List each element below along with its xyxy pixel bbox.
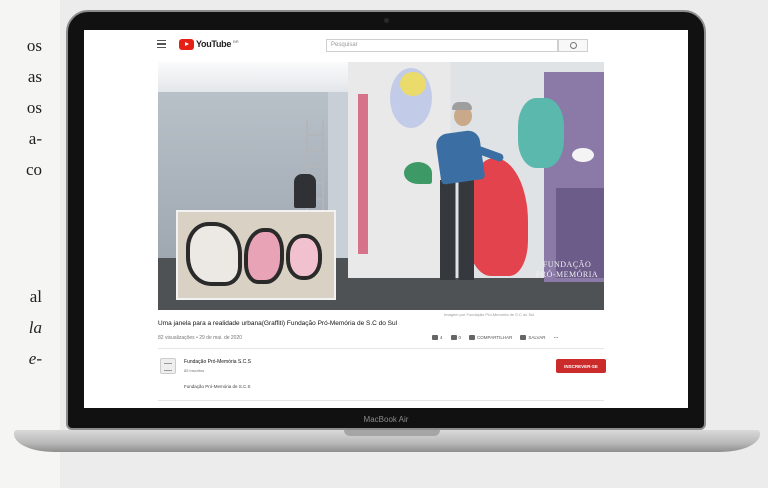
channel-name[interactable]: Fundação Pró-Memória S.C.S bbox=[184, 359, 251, 365]
youtube-play-icon bbox=[179, 38, 194, 50]
save-button[interactable]: SALVAR bbox=[520, 334, 546, 340]
share-label: COMPARTILHAR bbox=[477, 334, 513, 340]
page-side-text: os as os a- co al la e- bbox=[0, 0, 60, 488]
share-icon bbox=[469, 334, 476, 340]
more-options-icon[interactable]: ... bbox=[553, 334, 558, 340]
laptop-model-label: MacBook Air bbox=[363, 415, 409, 424]
youtube-logo-text: YouTube bbox=[196, 39, 232, 49]
side-text-line: la bbox=[28, 318, 42, 337]
thumbs-down-icon bbox=[450, 334, 457, 340]
thumbs-up-icon bbox=[432, 334, 438, 340]
video-actions: 4 0 COMPARTILHAR SALVAR ... bbox=[432, 334, 558, 340]
side-text-line: as bbox=[27, 67, 42, 86]
dislike-button[interactable]: 0 bbox=[450, 334, 462, 340]
laptop-screen: YouTube BR Pesquisar FUNDAÇÃO PRÓ-MEMÓRI… bbox=[84, 30, 688, 408]
mural-shape bbox=[518, 98, 564, 168]
webcam-icon bbox=[384, 18, 389, 23]
share-button[interactable]: COMPARTILHAR bbox=[469, 334, 513, 340]
hamburger-menu-icon[interactable] bbox=[157, 40, 166, 48]
graffiti-inset-image bbox=[176, 210, 336, 300]
mural-lettering-line: FUNDAÇÃO bbox=[542, 260, 592, 269]
side-text-line: co bbox=[25, 160, 42, 179]
search-input[interactable]: Pesquisar bbox=[326, 39, 558, 52]
channel-avatar[interactable] bbox=[160, 358, 176, 374]
video-scene-painter-cap bbox=[452, 102, 472, 110]
mural-shape bbox=[400, 72, 426, 96]
laptop-base bbox=[14, 430, 760, 452]
video-description: Fundação Pró-Memória de S.C.S bbox=[184, 384, 251, 389]
video-meta: 82 visualizações • 29 de mai. de 2020 bbox=[158, 335, 243, 341]
video-title: Uma janela para a realidade urbana(Graff… bbox=[158, 320, 398, 327]
mural-lettering-line: PRÓ-MEMÓRIA bbox=[535, 270, 599, 279]
image-credit: Imagem por Fundação Pró-Memória de S.C d… bbox=[444, 312, 535, 317]
video-player[interactable]: FUNDAÇÃO PRÓ-MEMÓRIA bbox=[158, 62, 604, 310]
side-text-line: os bbox=[26, 98, 42, 117]
laptop-lid: YouTube BR Pesquisar FUNDAÇÃO PRÓ-MEMÓRI… bbox=[66, 10, 706, 430]
side-text-line: os bbox=[26, 36, 42, 55]
side-text-line: e- bbox=[28, 349, 42, 368]
like-button[interactable]: 4 bbox=[432, 334, 443, 340]
save-icon bbox=[520, 334, 527, 340]
video-scene-painter-legs bbox=[440, 180, 474, 280]
video-scene-painter bbox=[434, 129, 486, 185]
mural-shape bbox=[404, 162, 432, 184]
divider bbox=[158, 348, 604, 349]
side-text-line: al bbox=[29, 287, 42, 306]
graffiti-letter bbox=[286, 234, 322, 280]
search-placeholder: Pesquisar bbox=[331, 42, 358, 48]
search-button[interactable] bbox=[558, 39, 588, 52]
like-count: 4 bbox=[440, 334, 443, 340]
side-text-line: a- bbox=[28, 129, 42, 148]
video-scene-person bbox=[294, 174, 316, 208]
mural-shape bbox=[572, 148, 594, 162]
divider bbox=[158, 400, 604, 401]
laptop-base-notch bbox=[344, 430, 440, 436]
youtube-header: YouTube BR Pesquisar bbox=[84, 30, 688, 60]
graffiti-letter bbox=[186, 222, 242, 286]
mural-lettering: FUNDAÇÃO PRÓ-MEMÓRIA bbox=[532, 260, 602, 280]
dislike-count: 0 bbox=[458, 334, 462, 340]
subscribe-button[interactable]: INSCREVER-SE bbox=[556, 359, 606, 373]
youtube-logo[interactable]: YouTube BR bbox=[179, 38, 239, 50]
graffiti-letter bbox=[244, 228, 284, 284]
mural-shape bbox=[358, 94, 368, 254]
channel-subscribers: 85 inscritos bbox=[184, 368, 205, 373]
youtube-country-code: BR bbox=[233, 38, 239, 44]
save-label: SALVAR bbox=[528, 334, 546, 340]
